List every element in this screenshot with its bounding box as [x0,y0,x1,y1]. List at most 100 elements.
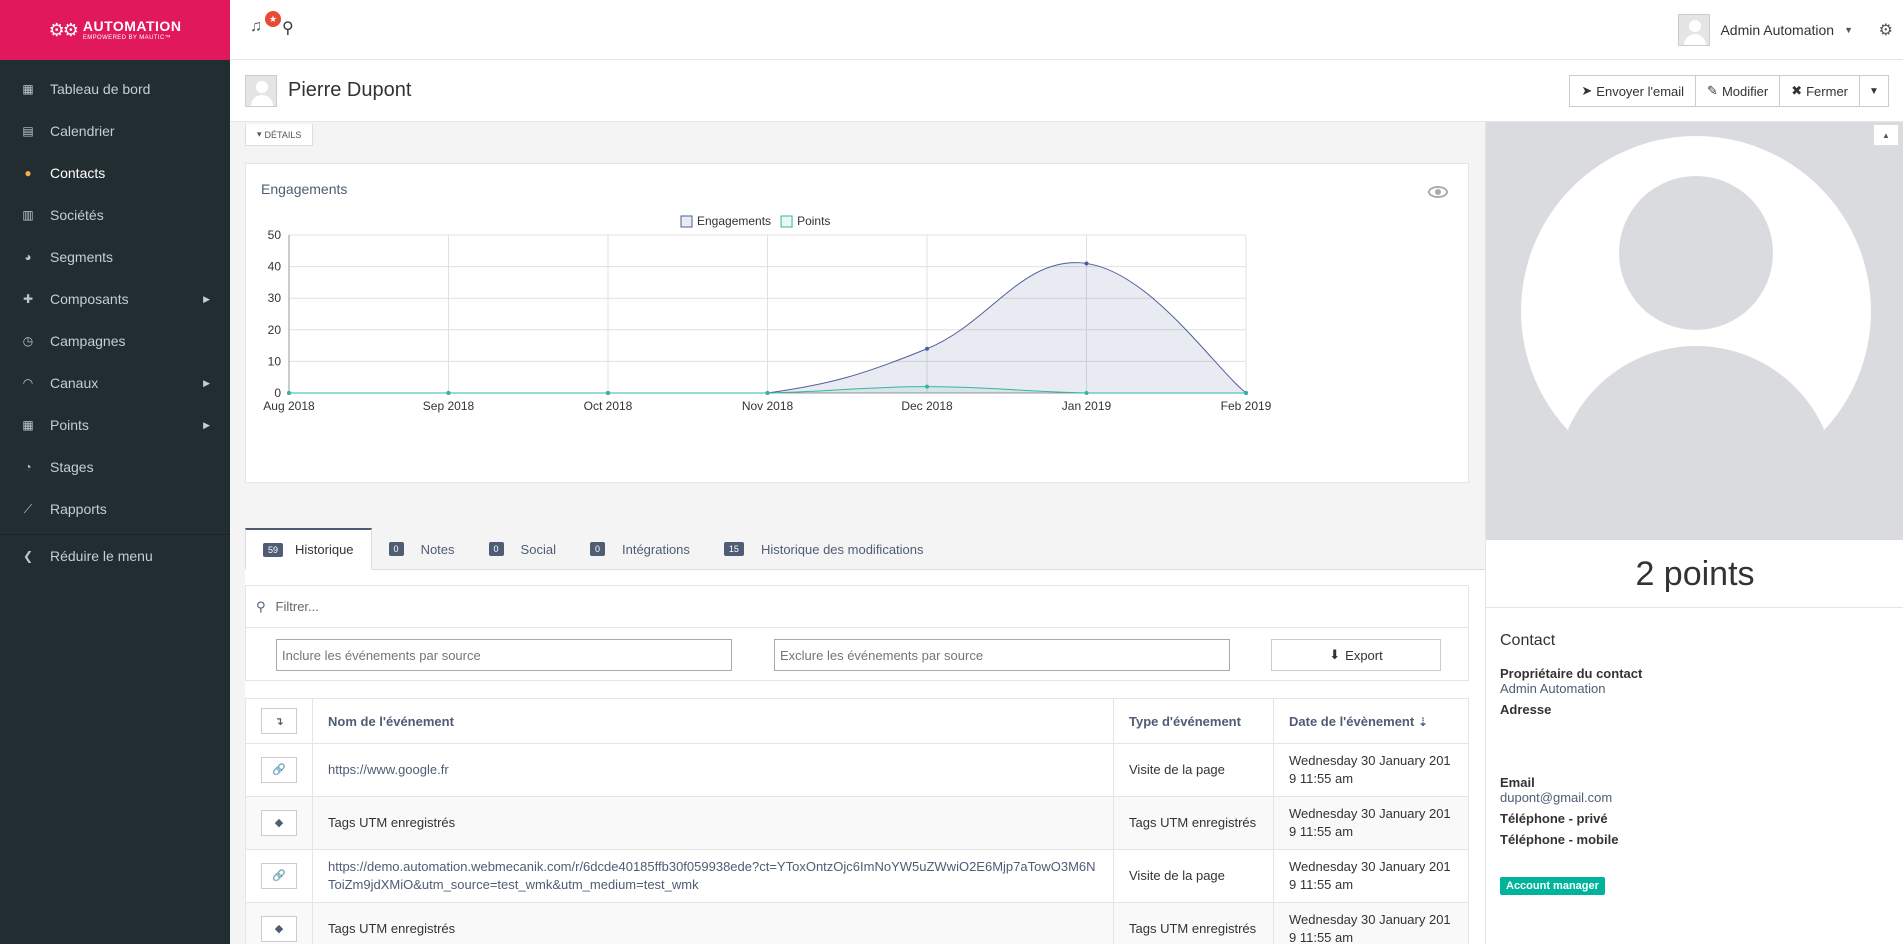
topbar: ♫ ★ ⚲ Admin Automation ▼ ⚙ [230,0,1903,60]
x-tick-label: Jan 2019 [1062,399,1112,413]
engagements-chart: 0 10 20 30 40 50 Aug 2018 Sep 2018 Oct 2018 Nov 2… [263,214,1271,413]
tab-label: Intégrations [621,541,690,557]
tab-notes[interactable]: 0 Notes [372,528,472,570]
tab-label: Notes [420,541,455,557]
legend-swatch [680,215,693,228]
avatar [1678,14,1711,46]
edit-button[interactable]: ✎ Modifier [1695,75,1781,107]
event-name-cell: Tags UTM enregistrés [312,902,1114,944]
table-row: 🔗 https://demo.automation.webmecanik.com/… [245,849,1469,903]
tab-count-badge: 0 [488,542,504,556]
search-icon: ⚲ [256,598,266,614]
engagements-panel: 0 10 20 30 40 50 Aug 2018 Sep 2018 Oct 2018 Nov 2… [245,163,1469,483]
sidebar-item-canaux[interactable]: ◠ Canaux ▶ [0,362,230,404]
chevron-right-icon: ▶ [203,293,210,304]
y-tick-label: 0 [274,386,281,400]
event-type-header[interactable]: Type d'événement [1113,698,1274,744]
event-link[interactable]: https://www.google.fr [328,762,449,777]
event-date-cell: Wednesday 30 January 2019 11:55 am [1273,743,1469,797]
sidebar-item-sociétés[interactable]: ▥ Sociétés [0,194,230,236]
link-icon[interactable]: 🔗 [261,863,297,889]
edit-label: Modifier [1721,83,1769,99]
event-name-cell: Tags UTM enregistrés [312,796,1114,850]
event-type-cell: Visite de la page [1113,849,1274,903]
event-name: Tags UTM enregistrés [328,815,456,830]
collapse-menu-button[interactable]: ❮ Réduire le menu [0,534,230,576]
chevron-right-icon: ▶ [203,377,210,388]
building-icon: ▥ [22,208,34,222]
notifications-bell-icon[interactable]: ♫ ★ [250,11,281,36]
user-icon: ● [24,166,32,180]
tag-icon[interactable]: ◆ [261,916,297,942]
eye-icon[interactable] [1428,186,1448,198]
send-email-button[interactable]: ➤ Envoyer l'email [1569,75,1697,107]
legend-swatch [780,215,793,228]
tab-social[interactable]: 0 Social [472,528,573,570]
sidebar-item-label: Sociétés [50,207,104,223]
tab-count-badge: 15 [723,542,744,556]
phone-mobile-label: Téléphone - mobile [1500,832,1619,847]
sidebar-item-points[interactable]: ▦ Points ▶ [0,404,230,446]
sidebar-item-tableau-de-bord[interactable]: ▦ Tableau de bord [0,68,230,110]
sidebar-item-calendrier[interactable]: ▤ Calendrier [0,110,230,152]
event-date-cell: Wednesday 30 January 2019 11:55 am [1273,902,1469,944]
owner-label: Propriétaire du contact [1500,666,1643,681]
event-link[interactable]: https://demo.automation.webmecanik.com/r… [328,859,1096,892]
sidebar-item-label: Stages [50,459,94,475]
sidebar-item-contacts[interactable]: ● Contacts [0,152,230,194]
event-name-header[interactable]: Nom de l'événement [312,698,1114,744]
timeline-search-input[interactable] [275,599,1176,614]
exclude-sources-select[interactable] [774,639,1230,671]
brand-logo[interactable]: ⚙⚙ AUTOMATION EMPOWERED BY MAUTIC™ [0,0,230,60]
table-header-row: ↴ Nom de l'événement Type d'événement Da… [245,698,1469,744]
sidebar-item-label: Points [50,417,89,433]
search-icon[interactable]: ⚲ [282,18,294,38]
table-row: 🔗 https://www.google.fr Visite de la page W… [245,743,1469,797]
sidebar-item-stages[interactable]: ◔ Stages [0,446,230,488]
tab-intégrations[interactable]: 0 Intégrations [573,528,707,570]
toggle-all-button[interactable]: ↴ [261,708,297,734]
event-name-cell: https://www.google.fr [312,743,1114,797]
data-point-points [606,391,610,395]
tab-historique[interactable]: 59 Historique [245,528,372,570]
close-button[interactable]: ✖ Fermer [1779,75,1860,107]
sidebar-item-label: Segments [50,249,114,265]
more-actions-button[interactable]: ▼ [1859,75,1889,107]
collapse-panel-button[interactable]: ▲ [1873,124,1899,146]
collapse-menu-label: Réduire le menu [50,547,153,564]
user-name: Admin Automation [1720,22,1835,38]
sidebar-item-campagnes[interactable]: ◷ Campagnes [0,320,230,362]
contact-tag[interactable]: Account manager [1500,877,1605,895]
details-toggle-button[interactable]: ▾ DÉTAILS [245,124,314,146]
export-button[interactable]: ⬇ Export [1271,639,1441,671]
event-date-header[interactable]: Date de l'évènement ⇣ [1273,698,1469,744]
tab-count-badge: 59 [263,542,284,557]
tab-label: Historique des modifications [760,541,924,557]
caret-down-icon: ▾ [257,129,262,139]
tab-historique-des-modifications[interactable]: 15 Historique des modifications [707,528,941,570]
sidebar-item-label: Campagnes [50,333,126,349]
sidebar-item-segments[interactable]: ◕ Segments [0,236,230,278]
tag-icon[interactable]: ◆ [261,810,297,836]
tab-count-badge: 0 [388,542,404,556]
sidebar-item-label: Composants [50,291,129,307]
link-icon[interactable]: 🔗 [261,757,297,783]
rss-icon: ◠ [22,376,34,390]
sidebar-item-rapports[interactable]: ⟋ Rapports [0,488,230,530]
x-tick-label: Sep 2018 [423,399,475,413]
row-toggle-cell: ◆ [245,902,313,944]
data-point-points [446,391,451,395]
page-title: Pierre Dupont [288,79,412,101]
sidebar-item-composants[interactable]: ✚ Composants ▶ [0,278,230,320]
calendar-icon: ▤ [22,124,34,138]
sort-desc-icon: ⇣ [1417,714,1428,729]
gear-icon[interactable]: ⚙ [1879,20,1893,40]
event-name-cell: https://demo.automation.webmecanik.com/r… [312,849,1114,903]
y-tick-label: 40 [268,260,282,274]
x-tick-label: Nov 2018 [742,399,794,413]
legend-label: Engagements [697,214,771,228]
include-sources-select[interactable] [276,639,732,671]
tab-count-badge: 0 [589,542,605,556]
sidebar-item-label: Rapports [50,501,107,517]
user-menu[interactable]: Admin Automation ▼ [1678,14,1853,46]
